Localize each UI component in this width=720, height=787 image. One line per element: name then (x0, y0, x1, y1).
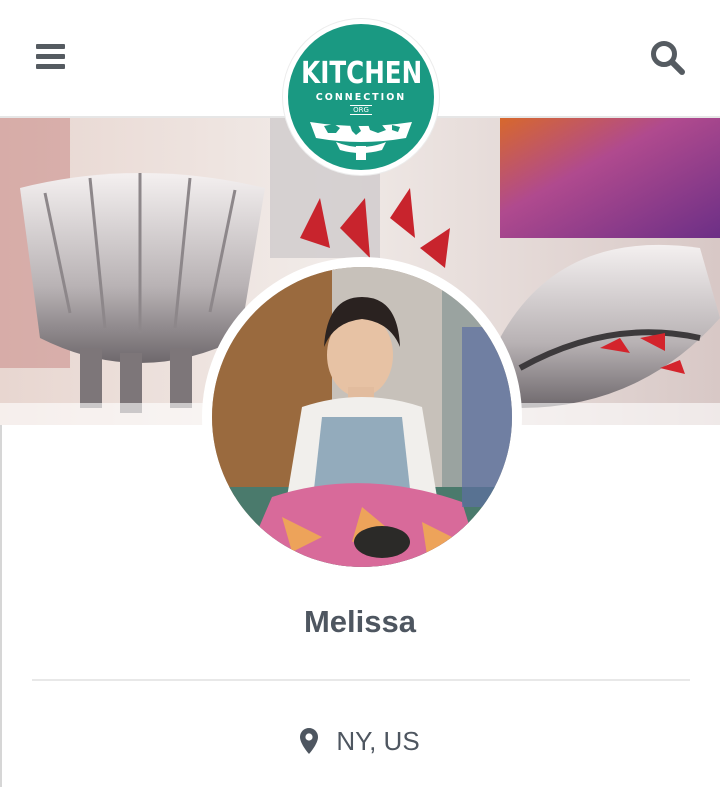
logo-wordmark: KITCHEN (301, 56, 423, 91)
profile-location: NY, US (0, 724, 720, 758)
hamburger-menu-icon[interactable] (34, 43, 68, 71)
logo-subtitle: CONNECTION (315, 92, 407, 103)
logo-domain: ORG (350, 105, 372, 115)
search-icon[interactable] (648, 38, 688, 78)
divider (32, 679, 690, 681)
profile-name: Melissa (303, 604, 416, 639)
world-map-icon (310, 122, 412, 160)
profile-avatar-ring (202, 257, 522, 577)
avatar[interactable] (212, 267, 512, 567)
kitchen-connection-logo[interactable]: KITCHEN CONNECTION ORG (283, 19, 439, 175)
location-text: NY, US (336, 725, 420, 756)
map-marker-icon (300, 728, 319, 754)
